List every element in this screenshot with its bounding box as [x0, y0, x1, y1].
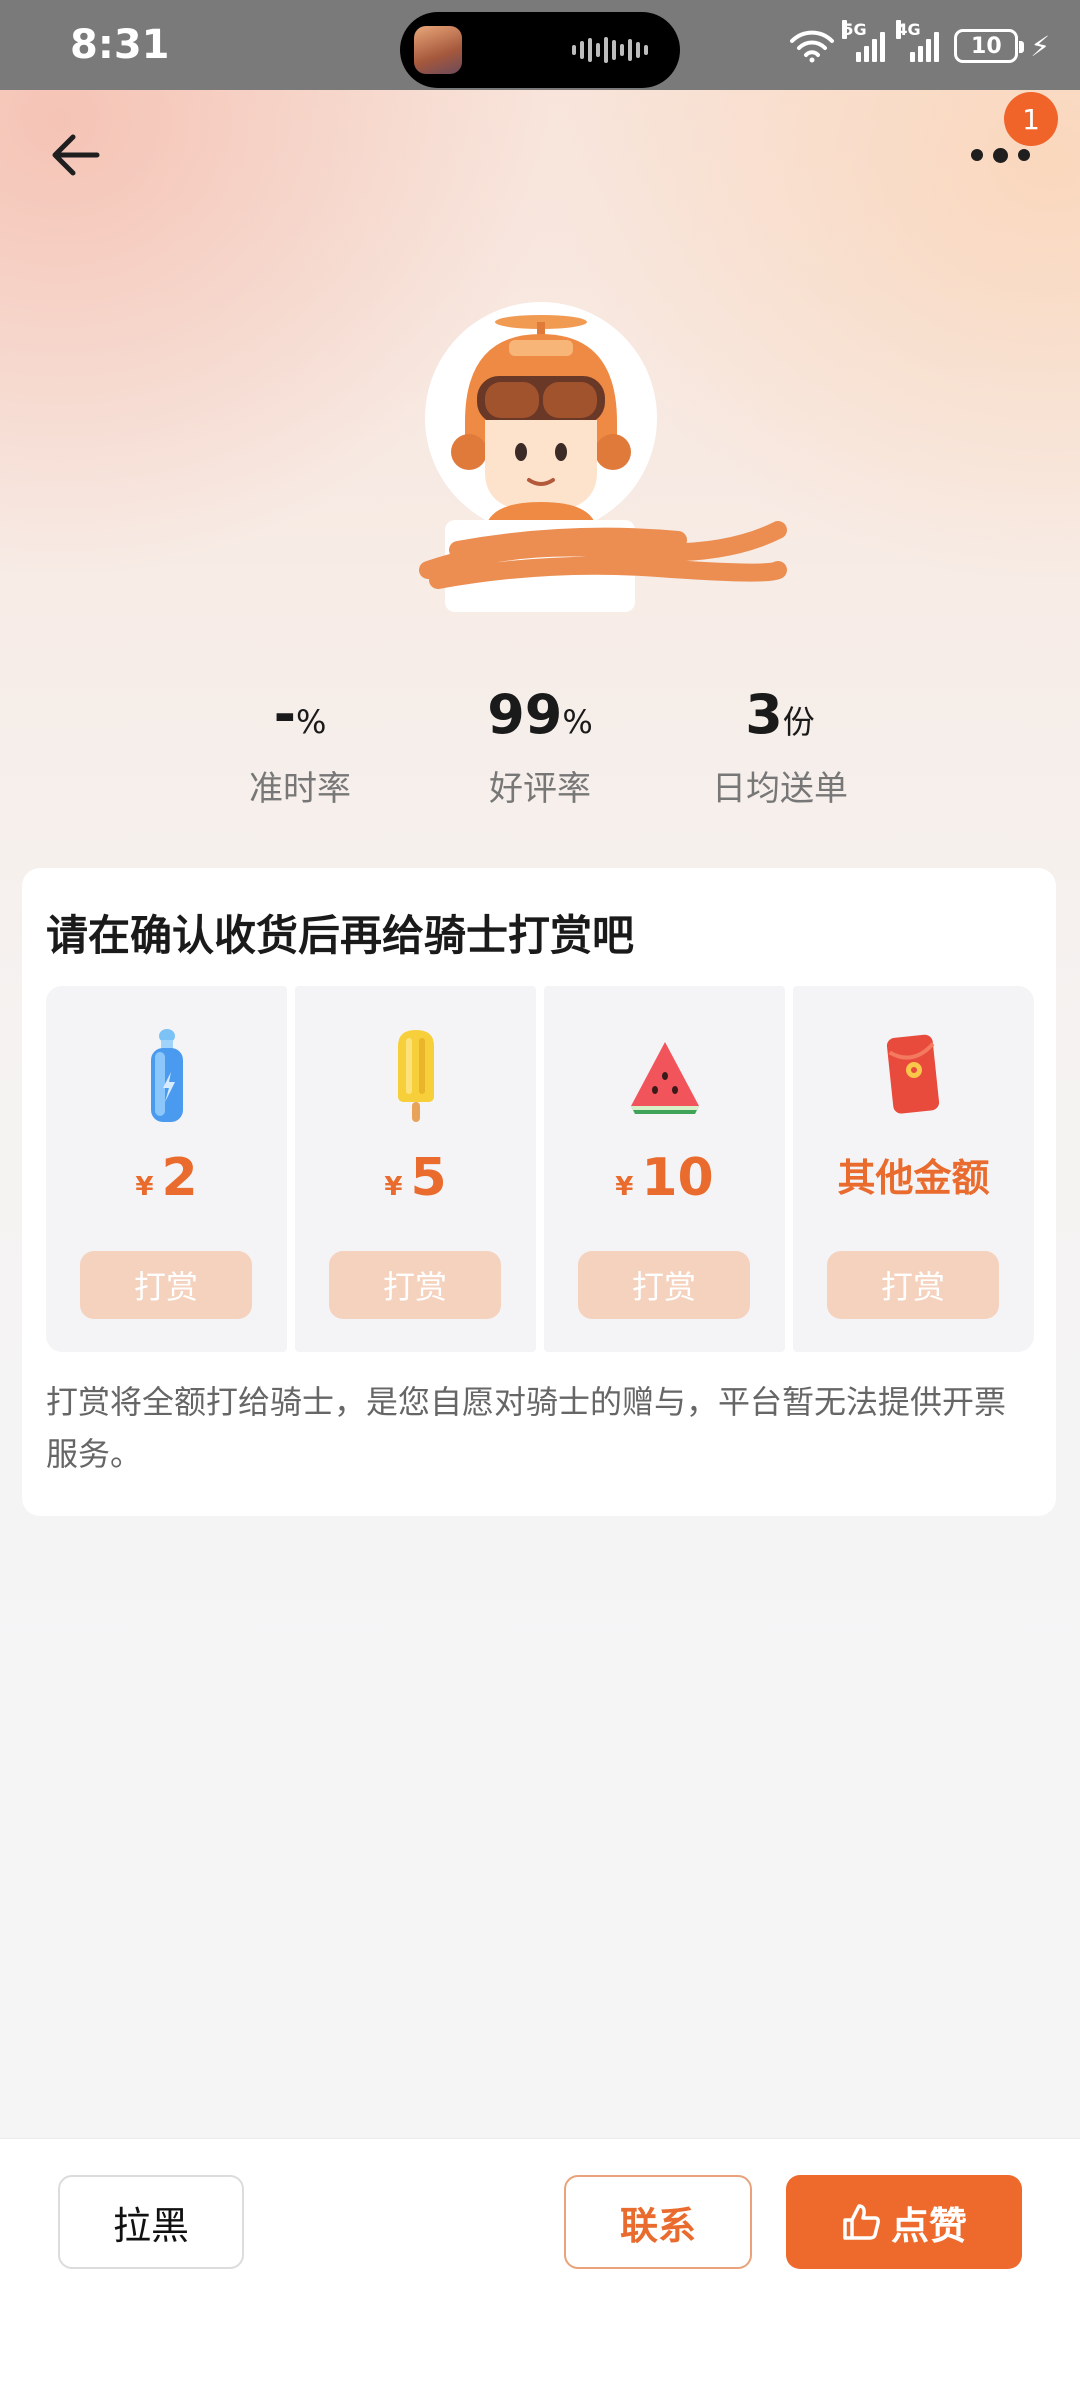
currency-symbol: ¥ — [135, 1172, 154, 1202]
tip-amount: 其他金额 — [837, 1156, 990, 1200]
rider-avatar — [425, 302, 657, 534]
battery-icon: 10 — [954, 29, 1025, 63]
stat-label: 好评率 — [489, 769, 591, 809]
tip-disclaimer: 打赏将全额打给骑士，是您自愿对骑士的赠与，平台暂无法提供开票服务。 — [46, 1383, 1007, 1473]
status-time: 8:31 — [70, 22, 170, 68]
back-button[interactable] — [40, 120, 110, 190]
block-button[interactable]: 拉黑 — [58, 2175, 244, 2269]
tip-button[interactable]: 打赏 — [80, 1251, 252, 1319]
battery-level: 10 — [971, 33, 1002, 59]
like-label: 点赞 — [890, 2203, 967, 2248]
audio-wave-icon — [572, 36, 658, 64]
stat-label: 准时率 — [249, 769, 351, 809]
stat-unit: % — [562, 703, 593, 741]
tip-option-other[interactable]: 其他金额 打赏 — [793, 986, 1034, 1352]
tip-title: 请在确认收货后再给骑士打赏吧 — [46, 911, 635, 960]
tip-option-5[interactable]: ¥5 打赏 — [295, 986, 536, 1352]
dynamic-island — [400, 12, 680, 88]
charging-icon: ⚡ — [1030, 29, 1050, 63]
signal-5g-label: 5G — [842, 20, 867, 39]
signal-4g-label: 4G — [896, 20, 921, 39]
tip-card: 请在确认收货后再给骑士打赏吧 ¥2 打赏 ¥5 打赏 ¥ 10 打赏 其他金额 … — [22, 868, 1056, 1516]
tip-amount: ¥5 — [295, 1146, 536, 1219]
amount-value: 2 — [161, 1148, 198, 1208]
tip-options: ¥2 打赏 ¥5 打赏 ¥10 打赏 其他金额 打赏 — [46, 986, 1034, 1352]
stat-unit: 份 — [782, 703, 815, 741]
stat-value: 99 — [487, 683, 563, 746]
popsicle-icon — [397, 1030, 434, 1122]
notification-badge: 1 — [1004, 92, 1058, 146]
tip-button[interactable]: 打赏 — [578, 1251, 750, 1319]
water-bottle-icon — [150, 1029, 183, 1122]
tip-amount: ¥10 — [544, 1146, 785, 1219]
stat-value: - — [273, 683, 296, 746]
watermelon-icon — [630, 1042, 699, 1114]
wifi-icon — [790, 30, 835, 63]
stat-label: 日均送单 — [712, 769, 848, 809]
tip-button[interactable]: 打赏 — [329, 1251, 501, 1319]
signal-4g-icon: 4G — [896, 20, 942, 62]
status-icons: 5G 4G 10 ⚡ — [790, 20, 1050, 66]
currency-symbol: ¥ — [384, 1172, 403, 1202]
more-dot-icon — [970, 149, 983, 161]
tip-option-10[interactable]: ¥10 打赏 — [544, 986, 785, 1352]
rider-mascot-icon — [451, 315, 631, 534]
bottom-action-bar: 拉黑 联系 点赞 — [0, 2138, 1080, 2400]
stat-daily-orders: 3份 日均送单 — [680, 680, 880, 810]
signal-5g-icon: 5G — [842, 20, 888, 62]
contact-button[interactable]: 联系 — [564, 2175, 752, 2269]
redaction-scribble — [419, 521, 787, 589]
more-dot-icon — [992, 147, 1008, 163]
amount-value: 10 — [641, 1148, 714, 1208]
amount-value: 5 — [410, 1148, 447, 1208]
more-dot-icon — [1017, 149, 1030, 161]
tip-button[interactable]: 打赏 — [827, 1251, 999, 1319]
now-playing-thumbnail — [414, 26, 462, 74]
stat-good-review-rate: 99% 好评率 — [440, 680, 640, 810]
tip-amount: ¥2 — [46, 1146, 287, 1219]
tip-option-2[interactable]: ¥2 打赏 — [46, 986, 287, 1352]
stat-value: 3 — [745, 683, 783, 746]
status-bar: 8:31 5G 4G 10 ⚡ — [0, 0, 1080, 90]
rider-stats: -% 准时率 99% 好评率 3份 日均送单 — [0, 680, 1080, 810]
currency-symbol: ¥ — [615, 1172, 634, 1202]
thumbs-up-icon — [843, 2204, 880, 2240]
arrow-left-icon — [52, 134, 100, 176]
like-button[interactable]: 点赞 — [786, 2175, 1022, 2269]
red-envelope-icon — [886, 1034, 939, 1114]
stat-on-time-rate: -% 准时率 — [200, 680, 400, 810]
stat-unit: % — [296, 703, 327, 741]
